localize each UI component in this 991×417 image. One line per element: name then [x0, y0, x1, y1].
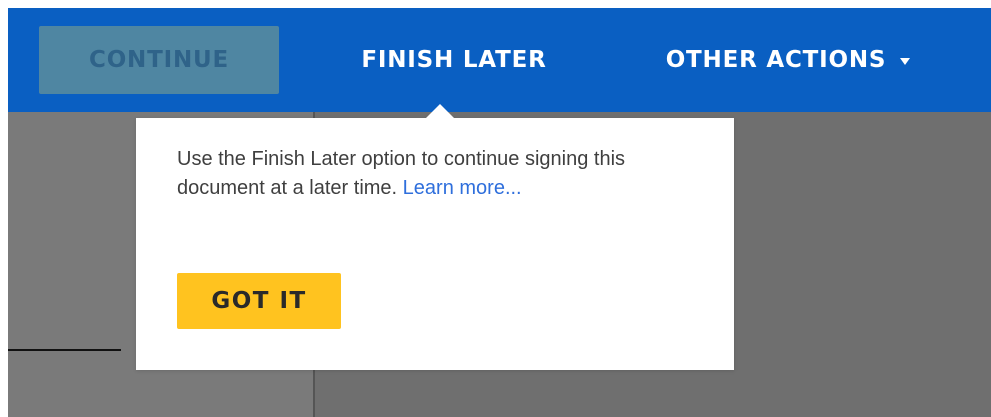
got-it-button[interactable]: GOT IT: [177, 273, 341, 329]
continue-button[interactable]: CONTINUE: [39, 26, 279, 94]
other-actions-button-label: OTHER ACTIONS: [665, 47, 887, 73]
continue-button-label: CONTINUE: [89, 47, 229, 73]
tooltip-message: Use the Finish Later option to continue …: [177, 145, 707, 203]
finish-later-button-label: FINISH LATER: [361, 47, 547, 73]
caret-down-icon: [900, 57, 911, 65]
signing-toolbar: CONTINUE FINISH LATER OTHER ACTIONS: [8, 8, 991, 112]
signature-line: [8, 349, 121, 351]
signing-screen: CONTINUE FINISH LATER OTHER ACTIONS Use …: [0, 0, 991, 417]
learn-more-link[interactable]: Learn more...: [403, 177, 522, 199]
got-it-button-label: GOT IT: [211, 288, 307, 314]
finish-later-tooltip: Use the Finish Later option to continue …: [136, 104, 734, 370]
other-actions-button[interactable]: OTHER ACTIONS: [628, 26, 948, 94]
finish-later-button[interactable]: FINISH LATER: [334, 26, 574, 94]
tooltip-pointer: [426, 104, 454, 118]
tooltip-message-text: Use the Finish Later option to continue …: [177, 148, 626, 199]
